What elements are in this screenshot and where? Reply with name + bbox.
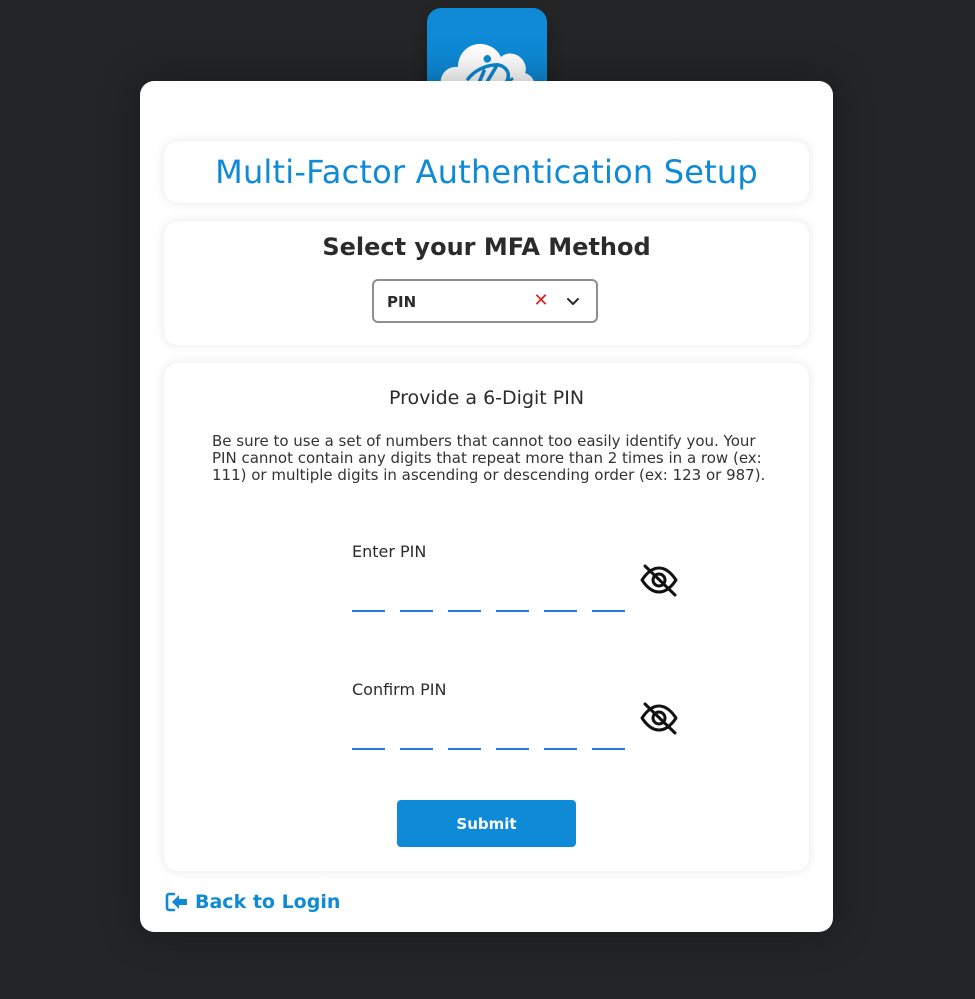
submit-button[interactable]: Submit	[397, 800, 576, 847]
back-to-login-label: Back to Login	[195, 891, 341, 913]
back-to-login-link[interactable]: Back to Login	[165, 889, 340, 915]
mfa-method-select[interactable]: PIN ✕	[372, 279, 598, 323]
confirm-pin-digit-6[interactable]	[592, 720, 625, 750]
mfa-method-selected-value: PIN	[387, 293, 417, 311]
close-icon[interactable]: ✕	[532, 291, 550, 311]
enter-pin-digit-1[interactable]	[352, 582, 385, 612]
confirm-pin-label: Confirm PIN	[352, 680, 447, 699]
enter-pin-label: Enter PIN	[352, 542, 427, 561]
confirm-pin-digit-4[interactable]	[496, 720, 529, 750]
eye-off-icon	[640, 702, 678, 735]
confirm-pin-digit-2[interactable]	[400, 720, 433, 750]
pin-heading: Provide a 6-Digit PIN	[388, 387, 585, 409]
title-panel: Multi-Factor Authentication Setup	[164, 141, 809, 203]
sign-out-arrow-icon	[165, 892, 187, 912]
chevron-down-icon[interactable]	[564, 292, 582, 310]
mfa-method-panel: Select your MFA Method PIN ✕	[164, 221, 809, 345]
confirm-pin-digit-5[interactable]	[544, 720, 577, 750]
enter-pin-input	[352, 582, 626, 612]
enter-pin-digit-3[interactable]	[448, 582, 481, 612]
enter-pin-digit-6[interactable]	[592, 582, 625, 612]
enter-pin-digit-4[interactable]	[496, 582, 529, 612]
toggle-enter-pin-visibility-button[interactable]	[638, 562, 680, 598]
toggle-confirm-pin-visibility-button[interactable]	[638, 700, 680, 736]
confirm-pin-digit-1[interactable]	[352, 720, 385, 750]
pin-requirements-text: Be sure to use a set of numbers that can…	[212, 432, 766, 484]
confirm-pin-input	[352, 720, 626, 750]
enter-pin-digit-2[interactable]	[400, 582, 433, 612]
pin-panel: Provide a 6-Digit PIN Be sure to use a s…	[164, 363, 809, 871]
mfa-setup-card: Multi-Factor Authentication Setup Select…	[140, 81, 833, 932]
page-title: Multi-Factor Authentication Setup	[215, 153, 758, 191]
confirm-pin-digit-3[interactable]	[448, 720, 481, 750]
mfa-method-heading: Select your MFA Method	[322, 233, 651, 261]
enter-pin-digit-5[interactable]	[544, 582, 577, 612]
eye-off-icon	[640, 564, 678, 597]
